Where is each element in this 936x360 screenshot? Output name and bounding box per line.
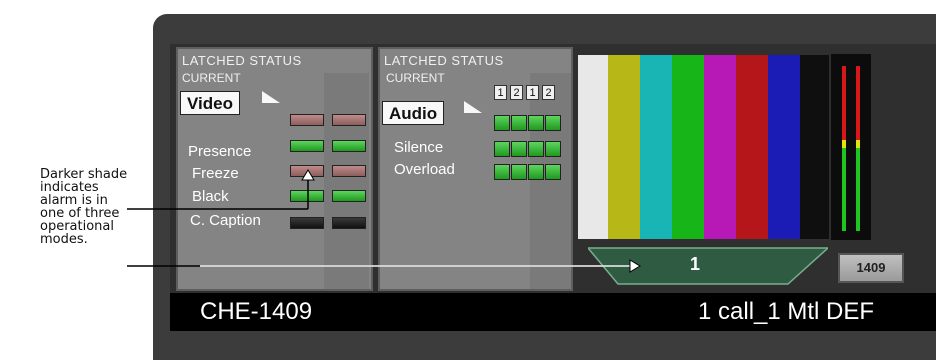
arrow-head-freeze xyxy=(301,169,315,181)
callout-leader-lines xyxy=(127,169,641,273)
arrow-head-channel xyxy=(629,259,641,273)
